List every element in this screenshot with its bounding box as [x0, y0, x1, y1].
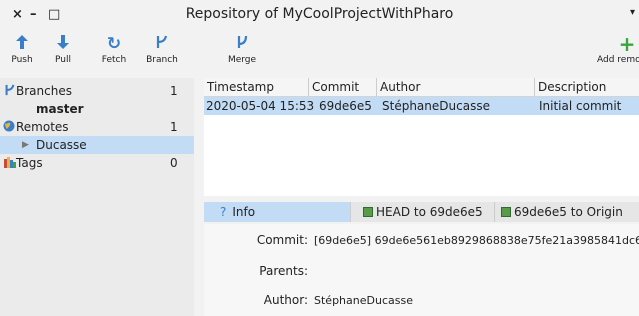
commit-value: [69de6e5] 69de6e561eb8929868838e75fe21a3…	[314, 234, 639, 247]
tab-commit-to-origin[interactable]: 69de6e5 to Origin	[494, 202, 639, 222]
column-commit[interactable]: Commit	[309, 78, 377, 96]
sidebar-item-ducasse[interactable]: ▶ Ducasse	[0, 136, 194, 154]
title-bar: × – □ Repository of MyCoolProjectWithPha…	[0, 0, 639, 30]
sidebar-item-master[interactable]: master	[0, 100, 194, 118]
expand-arrow-icon[interactable]: ▶	[22, 140, 29, 150]
sidebar-remotes-label: Remotes	[16, 120, 69, 134]
commits-table: Timestamp Commit Author Description 2020…	[204, 78, 639, 196]
column-author[interactable]: Author	[377, 78, 535, 96]
globe-icon	[3, 120, 15, 135]
refresh-icon: ↻	[106, 34, 122, 54]
main-panel: Timestamp Commit Author Description 2020…	[204, 78, 639, 316]
sidebar-tags-label: Tags	[16, 156, 43, 170]
window-title: Repository of MyCoolProjectWithPharo	[185, 6, 454, 22]
fetch-label: Fetch	[101, 55, 127, 65]
pull-button[interactable]: Pull	[39, 34, 87, 65]
cell-description: Initial commit	[539, 99, 622, 113]
branch-button[interactable]: Branch	[138, 34, 186, 65]
pull-label: Pull	[55, 55, 71, 65]
info-panel: Commit: [69de6e5] 69de6e561eb8929868838e…	[204, 224, 639, 316]
plus-icon: +	[618, 32, 636, 56]
column-timestamp[interactable]: Timestamp	[204, 78, 309, 96]
branch-icon	[138, 34, 186, 54]
cell-timestamp: 2020-05-04 15:53	[206, 99, 315, 113]
table-row[interactable]: 2020-05-04 15:53 69de6e5 StéphaneDucasse…	[204, 97, 639, 115]
sidebar-branches-label: Branches	[16, 84, 72, 98]
diff-icon	[501, 207, 511, 217]
repository-window: × – □ Repository of MyCoolProjectWithPha…	[0, 0, 639, 316]
cell-commit: 69de6e5	[319, 99, 372, 113]
add-remote-label: Add remote	[597, 55, 639, 65]
branch-master-label: master	[36, 102, 84, 116]
tags-count: 0	[170, 156, 178, 170]
table-header: Timestamp Commit Author Description	[204, 78, 639, 97]
tab-origin-label: 69de6e5 to Origin	[514, 205, 623, 219]
branches-count: 1	[170, 84, 178, 98]
branch-icon	[4, 84, 16, 99]
detail-tabs: ? Info HEAD to 69de6e5 69de6e5 to Origin	[204, 202, 639, 222]
fetch-button[interactable]: ↻ Fetch	[90, 34, 138, 65]
sidebar: Branches 1 master Remotes 1 ▶ Ducasse Ta…	[0, 78, 194, 316]
info-icon: ?	[220, 205, 227, 219]
diff-icon	[363, 207, 373, 217]
tab-info[interactable]: ? Info	[204, 202, 350, 222]
arrow-down-icon	[39, 34, 87, 54]
remotes-count: 1	[170, 120, 178, 134]
commit-label: Commit:	[256, 233, 308, 247]
remote-ducasse-label: Ducasse	[36, 138, 87, 152]
sidebar-item-branches[interactable]: Branches 1	[0, 82, 194, 100]
tab-head-to-commit[interactable]: HEAD to 69de6e5	[350, 202, 494, 222]
author-label: Author:	[263, 293, 308, 307]
author-value: StéphaneDucasse	[314, 294, 413, 307]
window-menu-button[interactable]: ▾	[630, 7, 635, 18]
add-remote-button[interactable]: + Add remote	[597, 34, 639, 65]
sidebar-item-remotes[interactable]: Remotes 1	[0, 118, 194, 136]
sidebar-item-tags[interactable]: Tags 0	[0, 154, 194, 172]
toolbar: Push Pull ↻ Fetch Branch Merge + Add rem…	[0, 30, 639, 76]
merge-button[interactable]: Merge	[218, 34, 266, 65]
column-description[interactable]: Description	[535, 78, 639, 96]
tab-head-label: HEAD to 69de6e5	[376, 205, 483, 219]
merge-icon	[218, 34, 266, 54]
tab-info-label: Info	[232, 205, 256, 219]
cell-author: StéphaneDucasse	[382, 99, 490, 113]
branch-label: Branch	[146, 55, 178, 65]
tag-icon	[4, 156, 16, 171]
parents-label: Parents:	[259, 264, 308, 278]
merge-label: Merge	[227, 55, 257, 65]
